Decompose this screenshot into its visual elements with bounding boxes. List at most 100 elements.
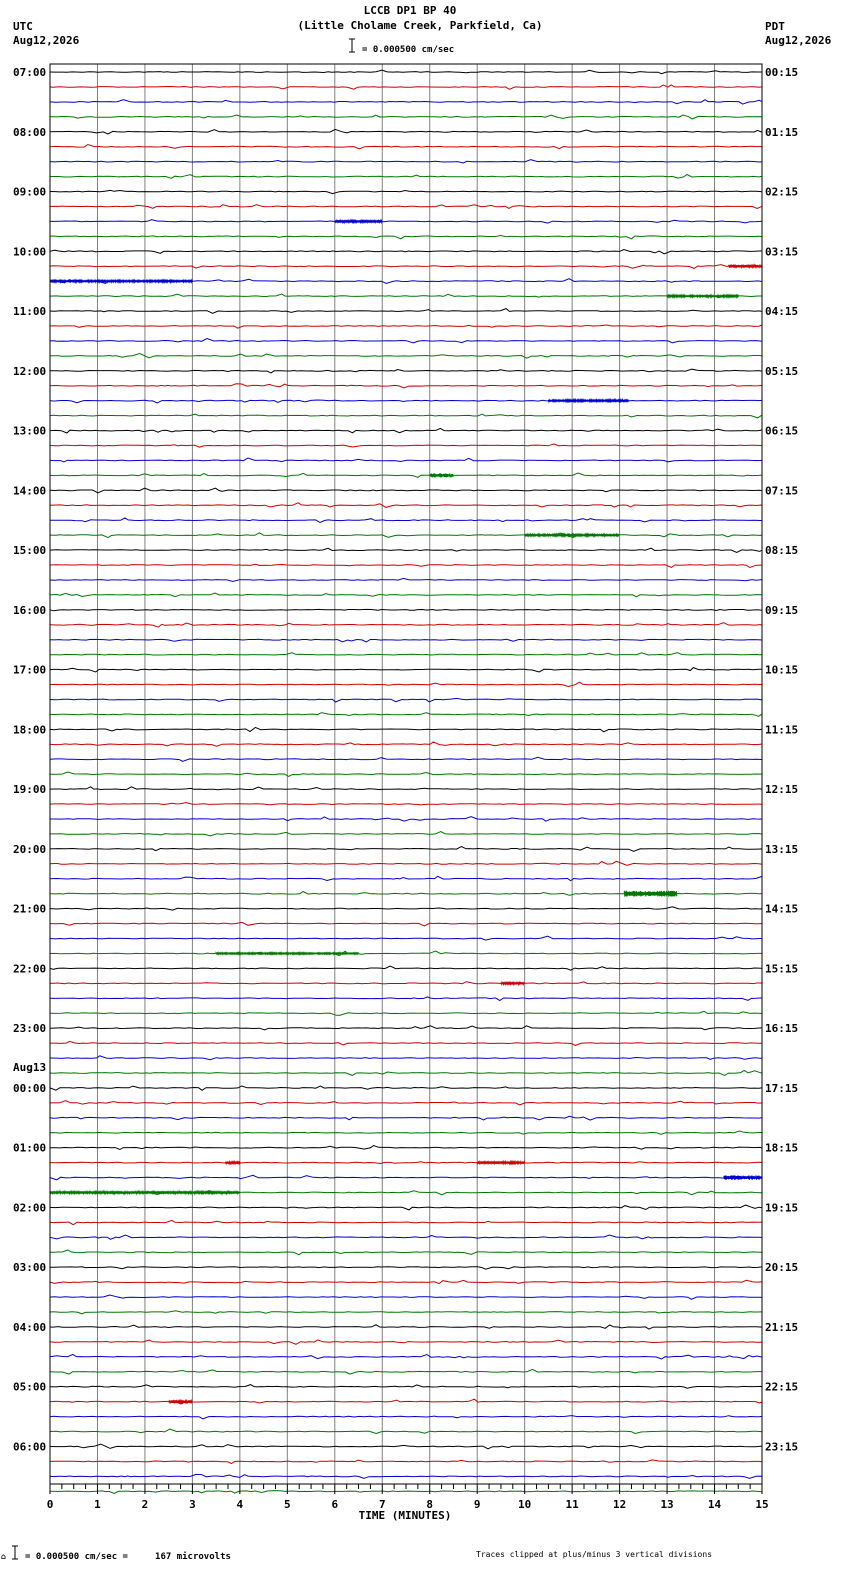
right-hour-label: 09:15 [765,604,798,617]
right-hour-label: 12:15 [765,783,798,796]
event-burst-2 [49,278,193,285]
left-hour-label: 10:00 [13,245,46,258]
trace-line-44 [49,726,763,733]
trace-line-47 [50,771,763,777]
right-hour-label: 15:15 [765,962,798,975]
x-tick-label: 12 [613,1498,626,1511]
left-hour-label: 03:00 [13,1261,46,1274]
x-tick-label: 14 [708,1498,722,1511]
trace-line-64 [49,1025,763,1031]
right-hour-label: 11:15 [765,723,798,736]
trace-line-34 [49,577,763,583]
scale-label: = 0.000500 cm/sec [362,45,454,55]
trace-line-67 [49,1069,763,1076]
trace-line-24 [49,427,763,434]
x-tick-label: 4 [237,1498,244,1511]
right-hour-label: 21:15 [765,1321,798,1334]
left-hour-label: 00:00 [13,1082,46,1095]
right-hour-label: 04:15 [765,305,798,318]
right-hour-label: 01:15 [765,126,798,139]
x-tick-label: 3 [189,1498,196,1511]
trace-line-25 [49,443,763,448]
trace-line-39 [50,652,763,656]
trace-line-16 [49,308,763,314]
trace-line-62 [49,996,763,1002]
trace-line-13 [49,264,763,269]
trace-line-69 [50,1100,763,1106]
x-tick-label: 5 [284,1498,291,1511]
event-burst-9 [500,980,525,987]
left-hour-label: 01:00 [13,1142,46,1155]
trace-line-28 [49,487,763,494]
trace-line-2 [49,99,763,105]
trace-line-26 [49,457,763,463]
footer-glyph: ⌂ [1,1552,6,1561]
clip-note: Traces clipped at plus/minus 3 vertical … [476,1550,712,1559]
x-tick-label: 1 [94,1498,101,1511]
trace-line-15 [49,293,762,299]
left-hour-label: 20:00 [13,843,46,856]
left-hour-label: 07:00 [13,66,46,79]
trace-line-88 [49,1384,763,1389]
left-hour-label: 18:00 [13,723,46,736]
trace-line-63 [49,1010,763,1016]
trace-line-48 [49,786,763,791]
trace-line-89 [49,1398,763,1405]
trace-line-57 [49,921,763,927]
left-hour-label: 11:00 [13,305,46,318]
right-date: Aug12,2026 [765,34,832,47]
trace-line-65 [50,1040,762,1046]
trace-line-93 [49,1459,763,1465]
trace-line-68 [49,1085,763,1091]
left-date: Aug12,2026 [13,34,80,47]
trace-line-3 [50,114,763,120]
left-hour-label: 15:00 [13,544,46,557]
trace-line-59 [49,950,762,957]
trace-line-29 [49,502,763,508]
trace-line-58 [49,935,763,941]
right-hour-label: 13:15 [765,843,798,856]
trace-line-35 [49,592,763,598]
event-burst-7 [623,890,678,897]
left-hour-label: 06:00 [13,1441,46,1454]
trace-line-60 [49,965,763,971]
trace-line-84 [49,1324,763,1330]
left-hour-label: 04:00 [13,1321,46,1334]
trace-line-32 [49,547,763,553]
plot-subtitle: (Little Cholame Creek, Parkfield, Ca) [297,19,542,32]
left-hour-label: 16:00 [13,604,46,617]
trace-line-22 [49,399,763,404]
trace-line-37 [49,622,763,628]
right-timezone: PDT [765,20,785,33]
event-burst-4 [547,397,630,404]
right-hour-label: 16:15 [765,1022,798,1035]
trace-line-61 [49,981,763,985]
trace-line-94 [49,1473,763,1479]
left-hour-label: 08:00 [13,126,46,139]
event-burst-1 [728,263,763,270]
trace-line-81 [49,1279,763,1285]
x-tick-label: 6 [331,1498,338,1511]
right-hour-label: 02:15 [765,186,798,199]
trace-line-77 [49,1219,763,1226]
right-hour-label: 20:15 [765,1261,798,1274]
trace-line-30 [50,517,762,524]
event-burst-10 [225,1159,241,1166]
left-hour-label: 09:00 [13,186,46,199]
trace-line-83 [49,1310,763,1315]
trace-line-86 [49,1353,763,1360]
trace-line-92 [49,1443,763,1450]
trace-line-91 [49,1428,762,1435]
x-tick-label: 13 [660,1498,673,1511]
trace-line-79 [50,1249,763,1256]
right-hour-label: 18:15 [765,1142,798,1155]
trace-line-72 [50,1144,763,1151]
footer-scale-bar-icon [12,1545,18,1560]
right-hour-label: 23:15 [765,1441,798,1454]
event-burst-0 [334,218,383,225]
right-time-labels: 00:15 01:15 02:15 03:15 04:15 05:15 06:15 07:15… [765,66,798,1454]
trace-line-80 [50,1266,763,1270]
trace-line-53 [49,860,763,866]
trace-line-38 [49,638,763,643]
right-hour-label: 17:15 [765,1082,798,1095]
